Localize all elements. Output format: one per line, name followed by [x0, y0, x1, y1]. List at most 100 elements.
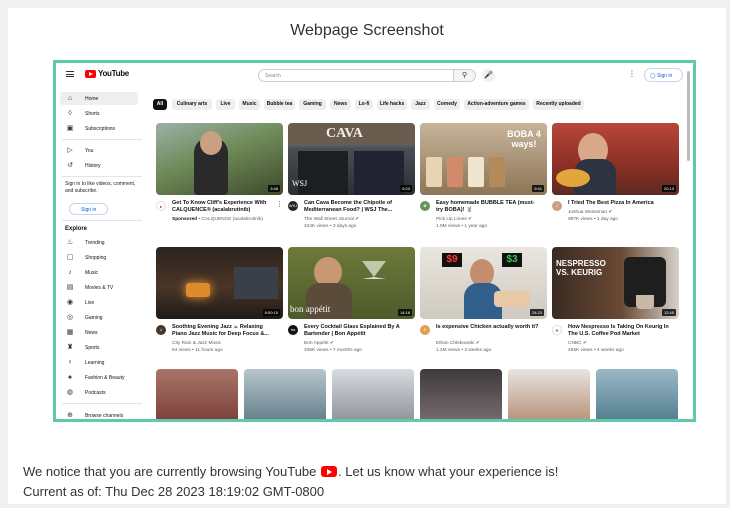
channel-avatar[interactable]: J: [552, 201, 562, 211]
video-thumbnail[interactable]: $9 $3 24:23: [420, 247, 547, 319]
channel-name[interactable]: Ethan Chlebowski ✔: [436, 341, 546, 346]
video-title[interactable]: Every Cocktail Glass Explained By A Bart…: [304, 324, 409, 338]
search-button[interactable]: ⚲: [454, 69, 476, 82]
channel-avatar[interactable]: ba: [288, 325, 298, 335]
chip-gaming[interactable]: Gaming: [299, 99, 326, 110]
video-title[interactable]: Is expensive Chicken actually worth it?: [436, 324, 541, 331]
video-card[interactable]: CAVA WSJ 6:23 WSJ Can Cava Become the Ch…: [288, 123, 415, 233]
chip-action-adventure-games[interactable]: Action-adventure games: [464, 99, 529, 110]
video-card[interactable]: BOBA 4 ways! 9:41 ✿ Easy homemade BUBBLE…: [420, 123, 547, 233]
microphone-icon[interactable]: 🎤: [482, 69, 495, 82]
channel-avatar[interactable]: ✿: [420, 201, 430, 211]
sidebar-item-movies[interactable]: ▤ Movies & TV: [60, 281, 138, 294]
sidebar-item-home[interactable]: ⌂ Home: [60, 92, 138, 105]
video-thumbnail[interactable]: CAVA WSJ 6:23: [288, 123, 415, 195]
chip-news[interactable]: News: [330, 99, 351, 110]
sidebar-item-shopping[interactable]: ▢ Shopping: [60, 251, 138, 264]
sidebar-item-shorts[interactable]: ◊ Shorts: [60, 107, 138, 120]
sidebar-item-learning[interactable]: ♀ Learning: [60, 356, 138, 369]
thumb-boba-text: BOBA 4 ways!: [507, 129, 541, 149]
channel-avatar[interactable]: ✺: [552, 325, 562, 335]
more-options-icon[interactable]: ⋮: [276, 200, 283, 208]
short-thumbnail[interactable]: [244, 369, 326, 419]
sidebar-item-label: Subscriptions: [85, 126, 116, 132]
sidebar-item-news[interactable]: ▦ News: [60, 326, 138, 339]
video-channel[interactable]: Sponsored • CALQUENCE (acalabrutinib): [172, 217, 282, 222]
youtube-logo-icon[interactable]: [85, 70, 96, 78]
sidebar-item-fashion[interactable]: ♠ Fashion & Beauty: [60, 371, 138, 384]
sidebar-item-label: Movies & TV: [85, 285, 114, 291]
sidebar: ⌂ Home ◊ Shorts ▣ Subscriptions ▷ You ↺ Histo…: [56, 89, 148, 419]
sidebar-item-gaming[interactable]: ◎ Gaming: [60, 311, 138, 324]
channel-avatar[interactable]: ▸: [156, 201, 166, 211]
sidebar-sign-in-button[interactable]: Sign in: [69, 203, 108, 215]
search-input[interactable]: Search: [258, 69, 454, 82]
video-card[interactable]: 8:00:15 ♫ Soothing Evening Jazz ☕ Relaxi…: [156, 247, 283, 357]
video-title[interactable]: Soothing Evening Jazz ☕ Relaxing Piano J…: [172, 324, 277, 338]
signin-note: Sign in to like videos, comment, and sub…: [65, 181, 136, 194]
short-thumbnail[interactable]: [508, 369, 590, 419]
sidebar-item-label: Fashion & Beauty: [85, 375, 125, 381]
video-title[interactable]: Get To Know Cliff's Experience With CALQ…: [172, 200, 277, 214]
video-thumbnail[interactable]: 8:00:15: [156, 247, 283, 319]
channel-name[interactable]: CNBC ✔: [568, 341, 678, 346]
chip-recently-uploaded[interactable]: Recently uploaded: [533, 99, 584, 110]
channel-avatar[interactable]: WSJ: [288, 201, 298, 211]
channel-name[interactable]: Bon Appétit ✔: [304, 341, 414, 346]
channel-avatar[interactable]: ♫: [156, 325, 166, 335]
menu-icon[interactable]: [66, 71, 74, 77]
sidebar-item-podcasts[interactable]: ◍ Podcasts: [60, 386, 138, 399]
sidebar-item-music[interactable]: ♪ Music: [60, 266, 138, 279]
chip-lo-fi[interactable]: Lo-fi: [355, 99, 373, 110]
chip-all[interactable]: All: [153, 99, 167, 110]
channel-name[interactable]: Joshua Weissman ✔: [568, 210, 678, 215]
video-thumbnail[interactable]: bon appétit 14:18: [288, 247, 415, 319]
channel-avatar[interactable]: E: [420, 325, 430, 335]
sign-in-button[interactable]: ◯ Sign in: [644, 68, 683, 82]
chip-culinary-arts[interactable]: Culinary arts: [172, 99, 212, 110]
browsing-notice: We notice that you are currently browsin…: [23, 464, 558, 479]
youtube-logo-text[interactable]: YouTube: [98, 69, 129, 78]
chip-music[interactable]: Music: [239, 99, 260, 110]
channel-name[interactable]: CALQUENCE (acalabrutinib): [201, 217, 263, 222]
video-card[interactable]: 20:13 J I Tried The Best Pizza In Americ…: [552, 123, 679, 233]
sidebar-item-subscriptions[interactable]: ▣ Subscriptions: [60, 122, 138, 135]
scrollbar-thumb[interactable]: [687, 71, 690, 161]
chip-bubble-tea[interactable]: Bubble tea: [264, 99, 295, 110]
chip-life-hacks[interactable]: Life hacks: [377, 99, 407, 110]
video-thumbnail[interactable]: 3:48: [156, 123, 283, 195]
channel-name[interactable]: The Wall Street Journal ✔: [304, 217, 414, 222]
video-thumbnail[interactable]: NESPRESSO VS. KEURIG 12:45: [552, 247, 679, 319]
duration-badge: 12:45: [661, 309, 676, 316]
short-thumbnail[interactable]: [156, 369, 238, 419]
video-title[interactable]: I Tried The Best Pizza In America: [568, 200, 673, 207]
short-thumbnail[interactable]: [596, 369, 678, 419]
video-card[interactable]: 3:48 ▸ Get To Know Cliff's Experience Wi…: [156, 123, 283, 233]
video-card[interactable]: $9 $3 24:23 E Is expensive Chicken actua…: [420, 247, 547, 357]
short-thumbnail[interactable]: [332, 369, 414, 419]
video-card[interactable]: NESPRESSO VS. KEURIG 12:45 ✺ How Nespres…: [552, 247, 679, 357]
video-title[interactable]: Easy homemade BUBBLE TEA (must-try BOBA)…: [436, 200, 541, 214]
channel-name[interactable]: Pick Up Limes ✔: [436, 217, 546, 222]
sidebar-item-you[interactable]: ▷ You: [60, 144, 138, 157]
sidebar-item-sports[interactable]: ♜ Sports: [60, 341, 138, 354]
sidebar-item-history[interactable]: ↺ History: [60, 159, 138, 172]
video-title[interactable]: Can Cava Become the Chipotle of Mediterr…: [304, 200, 409, 214]
channel-name[interactable]: City Rain & Jazz Music: [172, 341, 282, 346]
chip-jazz[interactable]: Jazz: [411, 99, 430, 110]
short-thumbnail[interactable]: [420, 369, 502, 419]
sidebar-item-trending[interactable]: ♨ Trending: [60, 236, 138, 249]
news-icon: ▦: [66, 329, 74, 336]
thumb-bonappetit-text: bon appétit: [290, 304, 331, 314]
video-thumbnail[interactable]: 20:13: [552, 123, 679, 195]
settings-menu-icon[interactable]: ⋮: [628, 69, 636, 78]
video-card[interactable]: bon appétit 14:18 ba Every Cocktail Glas…: [288, 247, 415, 357]
learning-icon: ♀: [67, 359, 73, 366]
video-title[interactable]: How Nespresso Is Taking On Keurig In The…: [568, 324, 673, 338]
chip-comedy[interactable]: Comedy: [434, 99, 460, 110]
sidebar-item-browse-channels[interactable]: ⊕ Browse channels: [60, 409, 138, 419]
sponsored-label: Sponsored: [172, 217, 198, 222]
sidebar-item-live[interactable]: ◉ Live: [60, 296, 138, 309]
chip-live[interactable]: Live: [216, 99, 235, 110]
video-thumbnail[interactable]: BOBA 4 ways! 9:41: [420, 123, 547, 195]
